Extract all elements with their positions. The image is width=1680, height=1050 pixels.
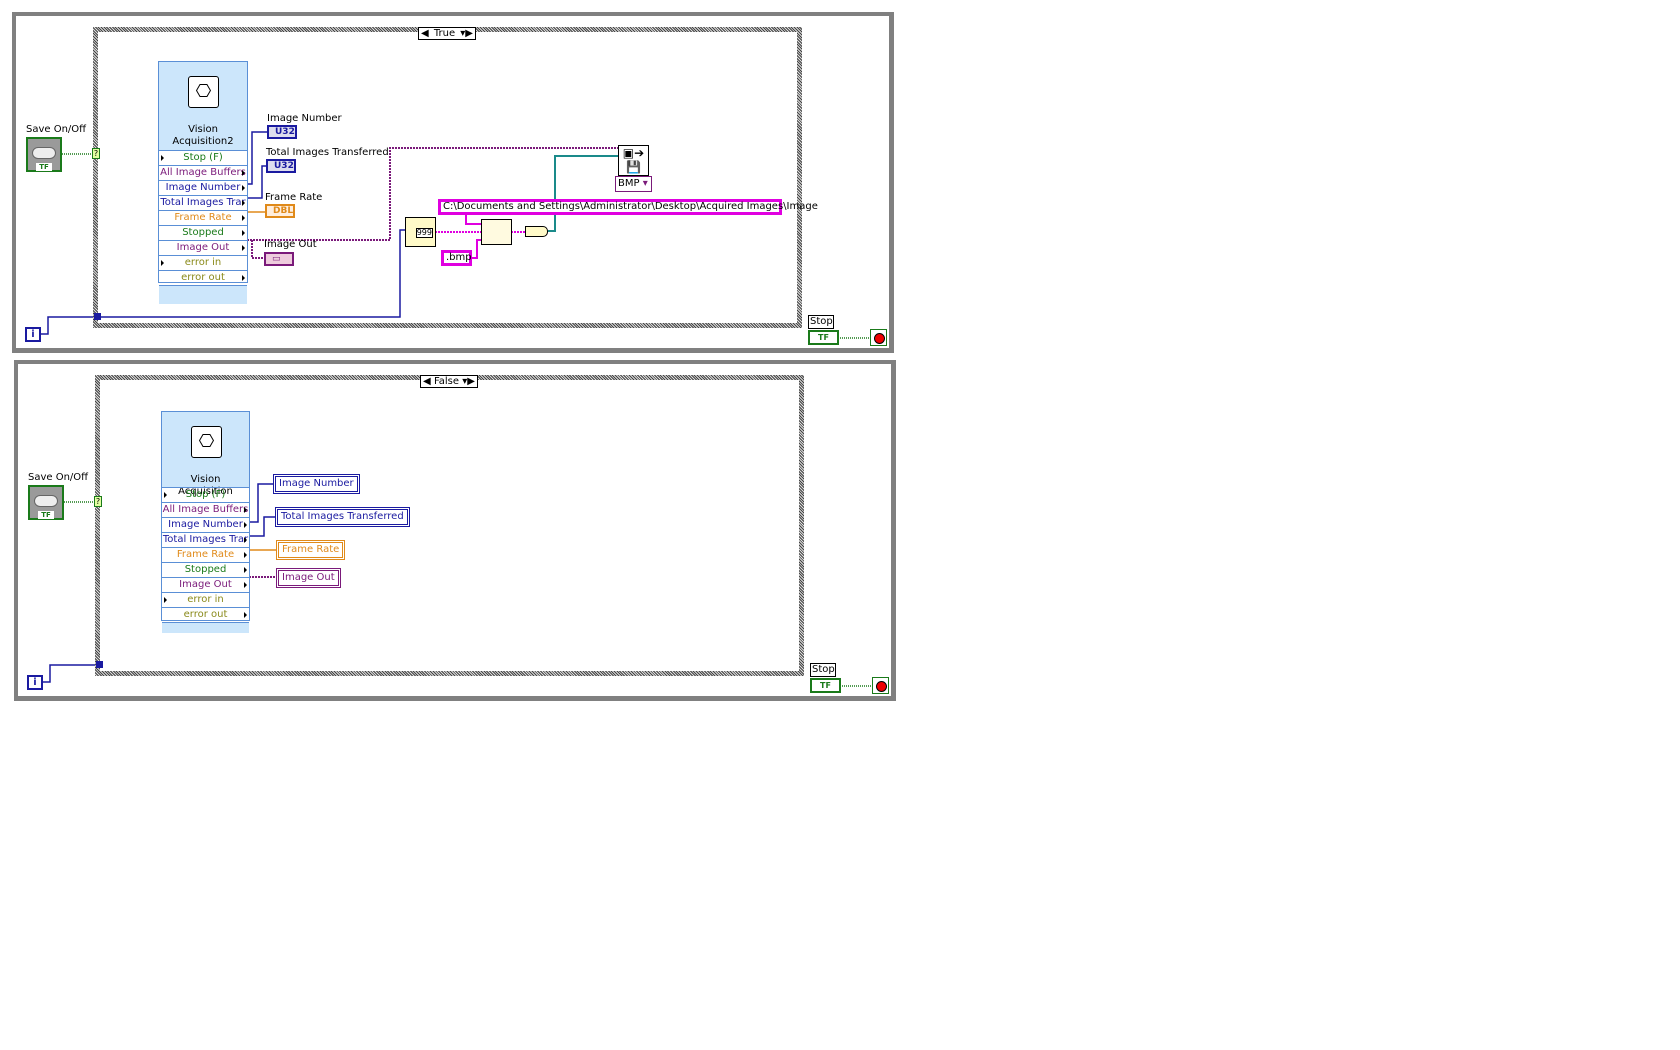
prev-case-icon[interactable]: ◀ — [423, 376, 431, 387]
dropdown-icon[interactable]: ▾▶ — [462, 376, 475, 387]
image-number-indicator[interactable]: Image Number — [273, 474, 360, 494]
terminal-error-in[interactable]: error in — [159, 255, 247, 270]
terminal-image-out[interactable]: Image Out — [162, 577, 249, 592]
iteration-terminal: i — [27, 675, 43, 690]
save-file-icon: ▣➔💾 — [622, 146, 645, 174]
case-selector-tunnel: ? — [92, 148, 100, 159]
node-title: Vision Acquisition2 — [172, 124, 234, 147]
dropdown-icon[interactable]: ▾▶ — [460, 28, 473, 39]
extension-string-constant[interactable]: .bmp — [441, 250, 472, 266]
camera-icon: ⎔ — [188, 76, 219, 108]
vision-acquisition-node[interactable]: ⎔ Vision Acquisition2 Stop (F) All Image… — [158, 61, 248, 304]
concatenate-strings-node[interactable] — [481, 219, 512, 245]
string-to-path-node[interactable] — [525, 226, 548, 237]
loop-condition-icon — [872, 677, 889, 694]
frame-rate-label: Frame Rate — [265, 192, 323, 203]
stop-label: Stop — [808, 315, 834, 329]
case-selector-tunnel: ? — [94, 496, 102, 507]
terminal-total-images[interactable]: Total Images Trar — [159, 195, 247, 210]
loop-tunnel — [96, 661, 103, 668]
terminal-image-number[interactable]: Image Number — [159, 180, 247, 195]
camera-icon: ⎔ — [191, 426, 222, 458]
stop-button-terminal[interactable]: TF — [808, 330, 839, 345]
terminal-error-out[interactable]: error out — [159, 270, 247, 285]
case-selector[interactable]: ◀ True ▾▶ — [418, 27, 476, 40]
write-file-node[interactable]: ▣➔💾 — [618, 145, 649, 176]
terminal-stop[interactable]: Stop (F) — [162, 487, 249, 502]
terminal-error-out[interactable]: error out — [162, 607, 249, 622]
terminal-stopped[interactable]: Stopped — [162, 562, 249, 577]
terminal-total-images[interactable]: Total Images Trar — [162, 532, 249, 547]
save-toggle-terminal[interactable]: TF — [26, 137, 62, 172]
terminal-frame-rate[interactable]: Frame Rate — [162, 547, 249, 562]
loop-tunnel — [94, 313, 101, 320]
stop-button-terminal[interactable]: TF — [810, 678, 841, 693]
image-out-label: Image Out — [264, 239, 317, 250]
terminal-image-number[interactable]: Image Number — [162, 517, 249, 532]
path-string-constant[interactable]: C:\Documents and Settings\Administrator\… — [438, 199, 818, 215]
total-images-label: Total Images Transferred — [266, 147, 389, 158]
save-label: Save On/Off — [26, 124, 87, 135]
total-images-indicator[interactable]: Total Images Transferred — [275, 507, 410, 527]
total-images-indicator[interactable]: U32 — [266, 159, 296, 173]
save-toggle-terminal[interactable]: TF — [28, 485, 64, 520]
iteration-terminal: i — [25, 327, 41, 342]
terminal-all-image-buffers[interactable]: All Image Buffers — [159, 165, 247, 180]
stop-label: Stop — [810, 663, 836, 677]
loop-condition-icon — [870, 329, 887, 346]
terminal-stopped[interactable]: Stopped — [159, 225, 247, 240]
frame-rate-indicator[interactable]: DBL — [265, 204, 295, 218]
frame-rate-indicator[interactable]: Frame Rate — [276, 540, 346, 560]
terminal-all-image-buffers[interactable]: All Image Buffers — [162, 502, 249, 517]
terminal-image-out[interactable]: Image Out — [159, 240, 247, 255]
number-to-string-node[interactable]: 999 — [405, 217, 436, 247]
image-out-indicator[interactable]: ▭ — [264, 252, 294, 266]
save-label: Save On/Off — [28, 472, 89, 483]
image-out-indicator[interactable]: Image Out — [276, 568, 341, 588]
image-number-indicator[interactable]: U32 — [267, 125, 297, 139]
vision-acquisition-node[interactable]: ⎔ Vision Acquisition Stop (F) All Image … — [161, 411, 250, 633]
file-type-enum[interactable]: BMP ▾ — [615, 176, 652, 192]
terminal-frame-rate[interactable]: Frame Rate — [159, 210, 247, 225]
terminal-error-in[interactable]: error in — [162, 592, 249, 607]
prev-case-icon[interactable]: ◀ — [421, 28, 429, 39]
terminal-stop[interactable]: Stop (F) — [159, 150, 247, 165]
case-selector-false[interactable]: ◀ False ▾▶ — [420, 375, 478, 388]
image-number-label: Image Number — [267, 113, 342, 124]
